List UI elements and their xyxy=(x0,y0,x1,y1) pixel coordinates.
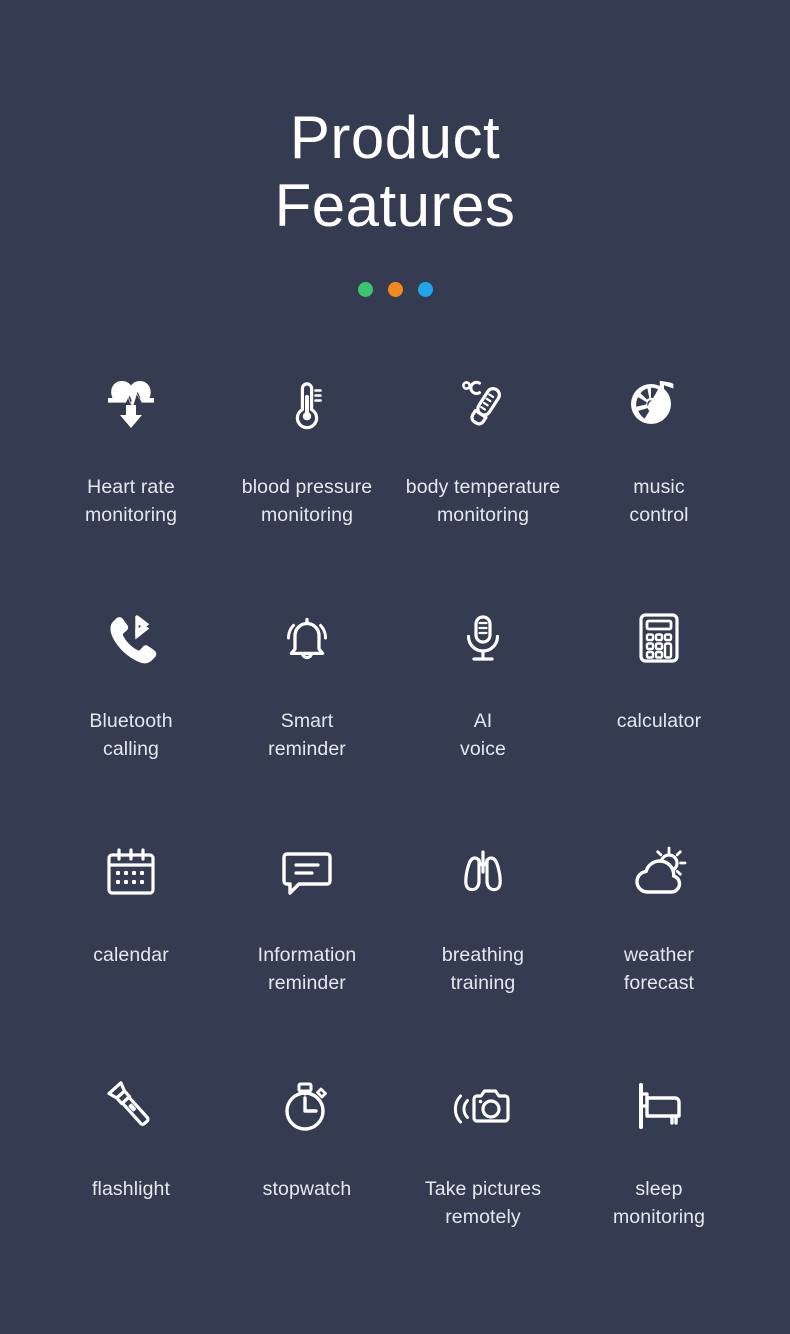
feature-item-music-disc-note[interactable]: music control xyxy=(571,365,747,599)
feature-label: Smart reminder xyxy=(268,707,346,763)
dot-blue xyxy=(418,282,433,297)
feature-item-calendar[interactable]: calendar xyxy=(43,833,219,1067)
feature-item-lungs[interactable]: breathing training xyxy=(395,833,571,1067)
music-disc-note-icon xyxy=(620,365,698,443)
dot-orange xyxy=(388,282,403,297)
feature-item-thermometer[interactable]: blood pressure monitoring xyxy=(219,365,395,599)
feature-label: Heart rate monitoring xyxy=(85,473,177,529)
feature-item-bluetooth-phone[interactable]: Bluetooth calling xyxy=(43,599,219,833)
feature-label: body temperature monitoring xyxy=(406,473,560,529)
dot-indicator-row xyxy=(0,282,790,297)
bed-icon xyxy=(620,1067,698,1145)
page-title: Product Features xyxy=(180,104,610,240)
feature-item-sun-cloud[interactable]: weather forecast xyxy=(571,833,747,1067)
feature-item-microphone[interactable]: AI voice xyxy=(395,599,571,833)
feature-label: calendar xyxy=(93,941,169,969)
feature-label: Information reminder xyxy=(258,941,357,997)
wireless-camera-icon xyxy=(444,1067,522,1145)
feature-label: Bluetooth calling xyxy=(89,707,172,763)
feature-label: AI voice xyxy=(460,707,506,763)
feature-item-clinical-thermometer-celsius[interactable]: body temperature monitoring xyxy=(395,365,571,599)
microphone-icon xyxy=(444,599,522,677)
lungs-icon xyxy=(444,833,522,911)
feature-label: breathing training xyxy=(442,941,524,997)
feature-label: weather forecast xyxy=(624,941,694,997)
feature-item-bell[interactable]: Smart reminder xyxy=(219,599,395,833)
page-header: Product Features xyxy=(0,0,790,297)
heart-rate-icon xyxy=(92,365,170,443)
calculator-icon xyxy=(620,599,698,677)
feature-label: flashlight xyxy=(92,1175,170,1203)
feature-item-calculator[interactable]: calculator xyxy=(571,599,747,833)
feature-item-heart-rate[interactable]: Heart rate monitoring xyxy=(43,365,219,599)
calendar-icon xyxy=(92,833,170,911)
feature-item-flashlight[interactable]: flashlight xyxy=(43,1067,219,1301)
dot-green xyxy=(358,282,373,297)
thermometer-icon xyxy=(268,365,346,443)
feature-label: blood pressure monitoring xyxy=(242,473,372,529)
feature-grid: Heart rate monitoring blood pressure moni… xyxy=(0,365,790,1301)
feature-label: stopwatch xyxy=(263,1175,352,1203)
bluetooth-phone-icon xyxy=(92,599,170,677)
stopwatch-icon xyxy=(268,1067,346,1145)
feature-label: Take pictures remotely xyxy=(425,1175,541,1231)
feature-label: sleep monitoring xyxy=(613,1175,705,1231)
feature-label: calculator xyxy=(617,707,701,735)
sun-cloud-icon xyxy=(620,833,698,911)
flashlight-icon xyxy=(92,1067,170,1145)
feature-item-speech-bubble[interactable]: Information reminder xyxy=(219,833,395,1067)
feature-item-bed[interactable]: sleep monitoring xyxy=(571,1067,747,1301)
feature-label: music control xyxy=(629,473,688,529)
speech-bubble-icon xyxy=(268,833,346,911)
bell-icon xyxy=(268,599,346,677)
feature-item-stopwatch[interactable]: stopwatch xyxy=(219,1067,395,1301)
clinical-thermometer-celsius-icon xyxy=(444,365,522,443)
feature-item-wireless-camera[interactable]: Take pictures remotely xyxy=(395,1067,571,1301)
